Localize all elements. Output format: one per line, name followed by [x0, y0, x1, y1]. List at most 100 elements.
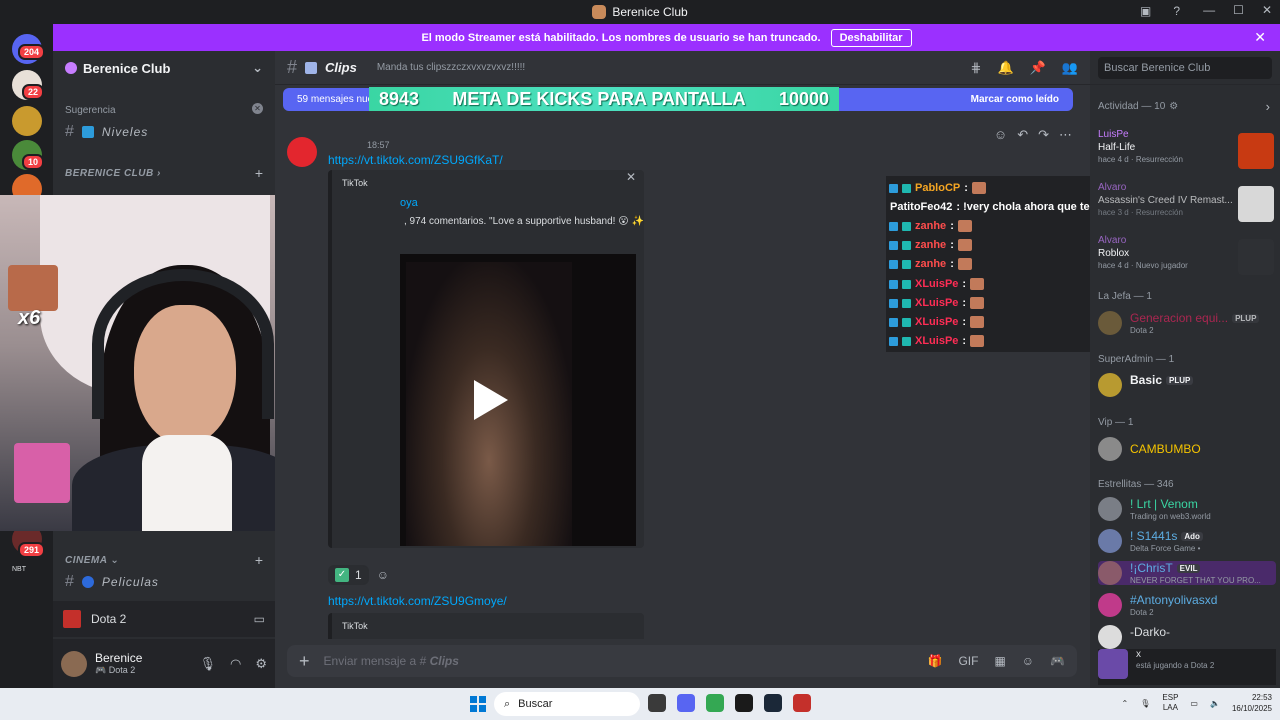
message-input[interactable]: Enviar mensaje a # Clips: [324, 654, 459, 668]
add-channel-icon[interactable]: +: [255, 552, 263, 568]
gamepad-icon[interactable]: 🎮: [1050, 654, 1065, 668]
stream-chat-user: PatitoFeo42: [890, 201, 953, 213]
reply-icon[interactable]: ↶: [1017, 127, 1028, 143]
network-icon[interactable]: ▭: [1190, 699, 1198, 708]
inbox-icon[interactable]: ▣: [1140, 4, 1151, 18]
search-icon: ⌕: [504, 697, 511, 710]
channel-header: # Clips Manda tus clipszzczxvxvzvxvz!!!!…: [275, 51, 1090, 85]
close-button[interactable]: ✕: [1262, 3, 1272, 17]
server-badge: 10: [22, 154, 45, 170]
file-explorer-icon[interactable]: [648, 694, 666, 712]
pin-icon[interactable]: 📌: [1030, 60, 1046, 76]
plus-icon[interactable]: +: [299, 651, 310, 672]
member-item[interactable]: !¡ChrisT EVIL NEVER FORGET THAT YOU PRO...: [1098, 561, 1276, 585]
dota-icon: [63, 610, 81, 628]
close-banner-icon[interactable]: ✕: [1254, 29, 1266, 46]
microphone-icon[interactable]: 🎙: [1140, 699, 1150, 708]
steam-icon[interactable]: [764, 694, 782, 712]
help-icon[interactable]: ?: [1173, 4, 1180, 18]
gif-icon[interactable]: GIF: [958, 654, 978, 668]
member-item[interactable]: ! S1441s Ado Delta Force Game •: [1098, 529, 1276, 553]
stream-chat-user: zanhe: [915, 220, 947, 232]
discord-icon[interactable]: [677, 694, 695, 712]
activity-card[interactable]: LuisPe Half-Life hace 4 d · Resurrección: [1098, 129, 1274, 177]
members-icon[interactable]: 👥: [1062, 60, 1078, 76]
disable-streamer-button[interactable]: Deshabilitar: [830, 28, 912, 47]
subscriber-badge-icon: [902, 221, 911, 231]
chevron-right-icon[interactable]: ›: [1266, 99, 1270, 114]
member-item[interactable]: ! Lrt | Venom Trading on web3.world: [1098, 497, 1276, 521]
bell-icon[interactable]: 🔔: [997, 60, 1013, 76]
channel-peliculas[interactable]: # Peliculas: [65, 573, 159, 591]
member-item[interactable]: Generacion equi... PLUP Dota 2: [1098, 311, 1276, 335]
channel-niveles[interactable]: # Niveles: [65, 123, 148, 141]
stream-chat-user: zanhe: [915, 239, 947, 251]
member-item[interactable]: x está jugando a Dota 2: [1098, 649, 1276, 685]
play-icon[interactable]: [474, 380, 508, 420]
search-input[interactable]: [1098, 56, 1272, 79]
member-item[interactable]: CAMBUMBO: [1098, 437, 1276, 461]
message-composer[interactable]: + Enviar mensaje a # Clips 🎁 GIF ▦ ☺ 🎮: [287, 645, 1077, 677]
embed-author[interactable]: oya: [400, 197, 418, 209]
microphone-icon[interactable]: 🎙: [199, 656, 216, 672]
headphones-icon[interactable]: ◠: [230, 656, 241, 672]
obs-icon[interactable]: [735, 694, 753, 712]
nbt-server-label[interactable]: NBT: [12, 566, 26, 573]
add-reaction-icon[interactable]: ☺: [377, 568, 389, 582]
avatar[interactable]: [287, 137, 317, 167]
windows-start-icon[interactable]: [470, 696, 486, 712]
embed-video[interactable]: [400, 254, 636, 546]
more-icon[interactable]: ⋯: [1059, 127, 1072, 143]
chrome-icon[interactable]: [706, 694, 724, 712]
member-item[interactable]: #Antonyolivasxd Dota 2: [1098, 593, 1276, 617]
reaction-check[interactable]: ✓ 1: [328, 565, 369, 585]
title-bar: Berenice Club ▣ ? — ☐ ✕: [0, 0, 1280, 24]
avatar: [1098, 373, 1122, 397]
channel-emoji-icon: [81, 126, 94, 138]
stream-chat-user: XLuisPe: [915, 316, 959, 328]
avatar: [1098, 311, 1122, 335]
taskbar-search[interactable]: ⌕ Buscar: [494, 692, 640, 716]
forward-icon[interactable]: ↷: [1038, 127, 1049, 143]
stream-chat-message: XLuisPe:: [889, 316, 985, 328]
embed-description: , 974 comentarios. "Love a supportive hu…: [404, 216, 644, 227]
gift-icon[interactable]: 🎁: [927, 654, 942, 668]
system-tray: ⌃ 🎙 ESP LAA ▭ 🔈 22:53 16/10/2025: [1122, 692, 1272, 714]
server-header[interactable]: Berenice Club ⌄: [53, 51, 275, 85]
category-berenice-club[interactable]: BERENICE CLUB ›: [65, 168, 161, 179]
role-header: La Jefa — 1: [1098, 291, 1152, 302]
language-indicator[interactable]: ESP LAA: [1162, 693, 1178, 713]
category-cinema[interactable]: CINEMA ⌄: [65, 555, 119, 566]
chevron-up-icon[interactable]: ⌃: [1122, 699, 1129, 708]
subscriber-badge-icon: [902, 336, 911, 346]
voice-activity-panel[interactable]: Dota 2 ▭: [53, 601, 275, 637]
add-channel-icon[interactable]: +: [255, 165, 263, 181]
gear-icon[interactable]: ⚙: [255, 656, 267, 672]
tiktok-link[interactable]: https://vt.tiktok.com/ZSU9GfKaT/: [328, 153, 503, 167]
volume-icon[interactable]: 🔈: [1210, 699, 1220, 708]
emote-icon: [970, 316, 985, 328]
screen-share-icon[interactable]: ▭: [254, 612, 265, 626]
sticker-icon[interactable]: ▦: [994, 654, 1005, 668]
minimize-button[interactable]: —: [1203, 3, 1215, 17]
maximize-button[interactable]: ☐: [1233, 3, 1244, 17]
tiktok-link[interactable]: https://vt.tiktok.com/ZSU9Gmoye/: [328, 594, 507, 608]
streamer-mode-banner: El modo Streamer está habilitado. Los no…: [53, 24, 1280, 51]
reaction-icon[interactable]: ☺: [994, 127, 1007, 143]
activity-card[interactable]: Alvaro Roblox hace 4 d · Nuevo jugador: [1098, 235, 1274, 283]
avatar[interactable]: [61, 650, 87, 677]
remove-embed-icon[interactable]: ✕: [626, 170, 636, 184]
emoji-icon[interactable]: ☺: [1022, 654, 1034, 668]
mark-read-button[interactable]: Marcar como leído: [971, 94, 1059, 105]
server-icon[interactable]: [12, 106, 42, 136]
stream-chat-message: XLuisPe:: [889, 335, 985, 347]
dota-icon[interactable]: [793, 694, 811, 712]
stream-chat-user: XLuisPe: [915, 297, 959, 309]
member-item[interactable]: -Darko-: [1098, 625, 1276, 649]
dismiss-suggestion-icon[interactable]: ✕: [252, 103, 263, 114]
clock[interactable]: 22:53 16/10/2025: [1232, 692, 1272, 714]
reactions: ✓ 1 ☺: [328, 565, 389, 585]
activity-card[interactable]: Alvaro Assassin's Creed IV Remast... hac…: [1098, 182, 1274, 230]
threads-icon[interactable]: ⋕: [971, 60, 982, 76]
member-item[interactable]: Basic PLUP: [1098, 373, 1276, 397]
